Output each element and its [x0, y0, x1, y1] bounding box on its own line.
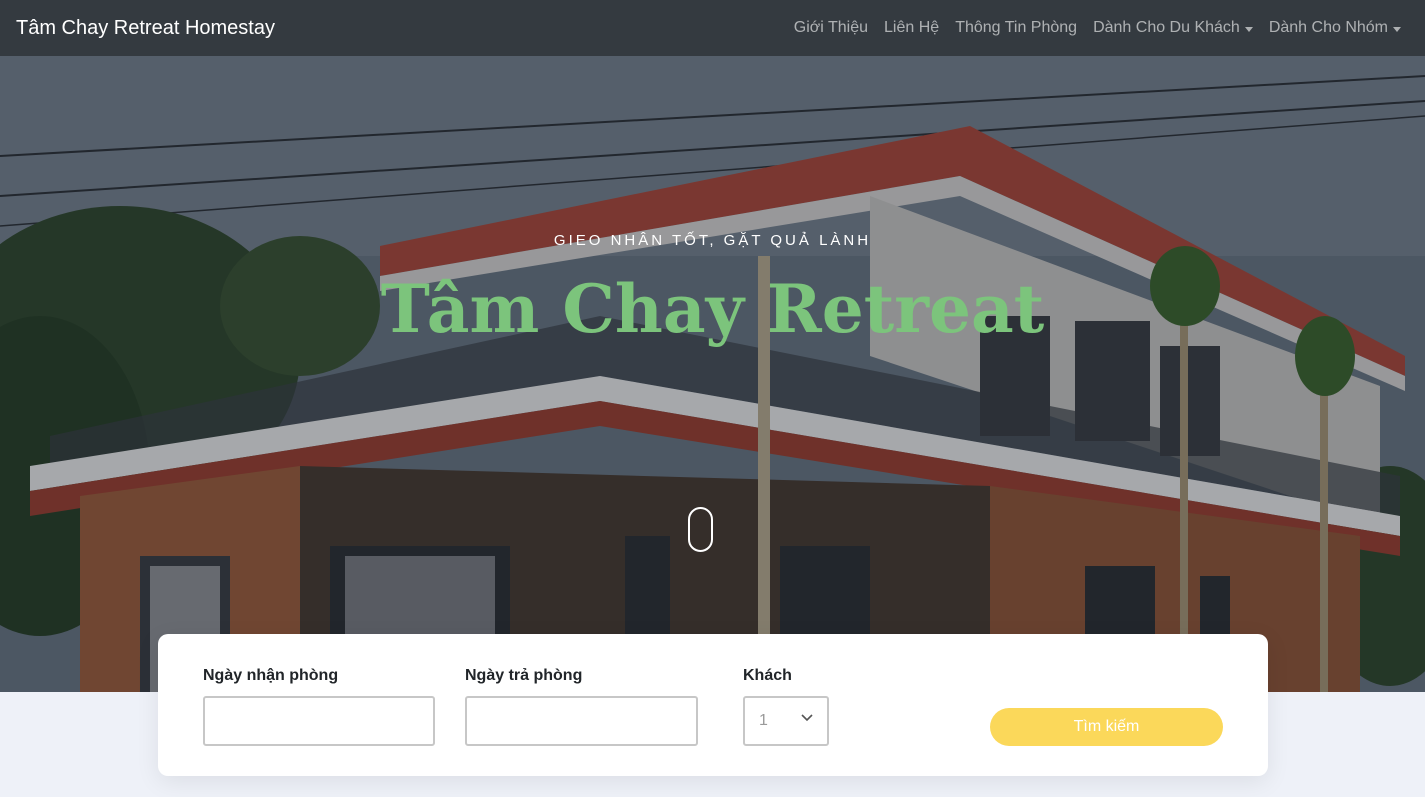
hero-section: GIEO NHÂN TỐT, GẶT QUẢ LÀNH Tâm Chay Ret…	[0, 56, 1425, 692]
checkout-label: Ngày trả phòng	[465, 667, 583, 684]
booking-search-form: Ngày nhận phòng Ngày trả phòng Khách 1 T…	[158, 634, 1268, 776]
nav-link-lien-he[interactable]: Liên Hệ	[876, 19, 947, 37]
checkin-label: Ngày nhận phòng	[203, 667, 339, 684]
chevron-down-icon	[801, 714, 813, 722]
caret-down-icon	[1393, 26, 1401, 32]
checkin-date-input[interactable]	[203, 696, 435, 746]
nav-dropdown-du-khach-label: Dành Cho Du Khách	[1093, 19, 1240, 36]
mouse-scroll-icon[interactable]	[688, 507, 713, 552]
navbar: Tâm Chay Retreat Homestay Giới Thiệu Liê…	[0, 0, 1425, 56]
nav-link-thong-tin-phong[interactable]: Thông Tin Phòng	[947, 19, 1085, 37]
checkout-date-input[interactable]	[465, 696, 698, 746]
hero-title: Tâm Chay Retreat	[380, 270, 1045, 348]
brand-link[interactable]: Tâm Chay Retreat Homestay	[16, 17, 275, 40]
search-button[interactable]: Tìm kiếm	[990, 708, 1223, 746]
hero-overlay	[0, 56, 1425, 692]
nav-link-gioi-thieu[interactable]: Giới Thiệu	[786, 19, 876, 37]
nav-dropdown-du-khach[interactable]: Dành Cho Du Khách	[1085, 19, 1261, 37]
guests-label: Khách	[743, 667, 792, 684]
nav-links: Giới Thiệu Liên Hệ Thông Tin Phòng Dành …	[786, 19, 1409, 37]
guests-select-value: 1	[759, 712, 768, 729]
nav-dropdown-nhom-label: Dành Cho Nhóm	[1268, 19, 1388, 36]
caret-down-icon	[1244, 26, 1253, 32]
guests-select[interactable]: 1	[743, 696, 829, 746]
nav-dropdown-nhom[interactable]: Dành Cho Nhóm	[1261, 19, 1409, 37]
hero-tagline: GIEO NHÂN TỐT, GẶT QUẢ LÀNH	[553, 232, 872, 249]
